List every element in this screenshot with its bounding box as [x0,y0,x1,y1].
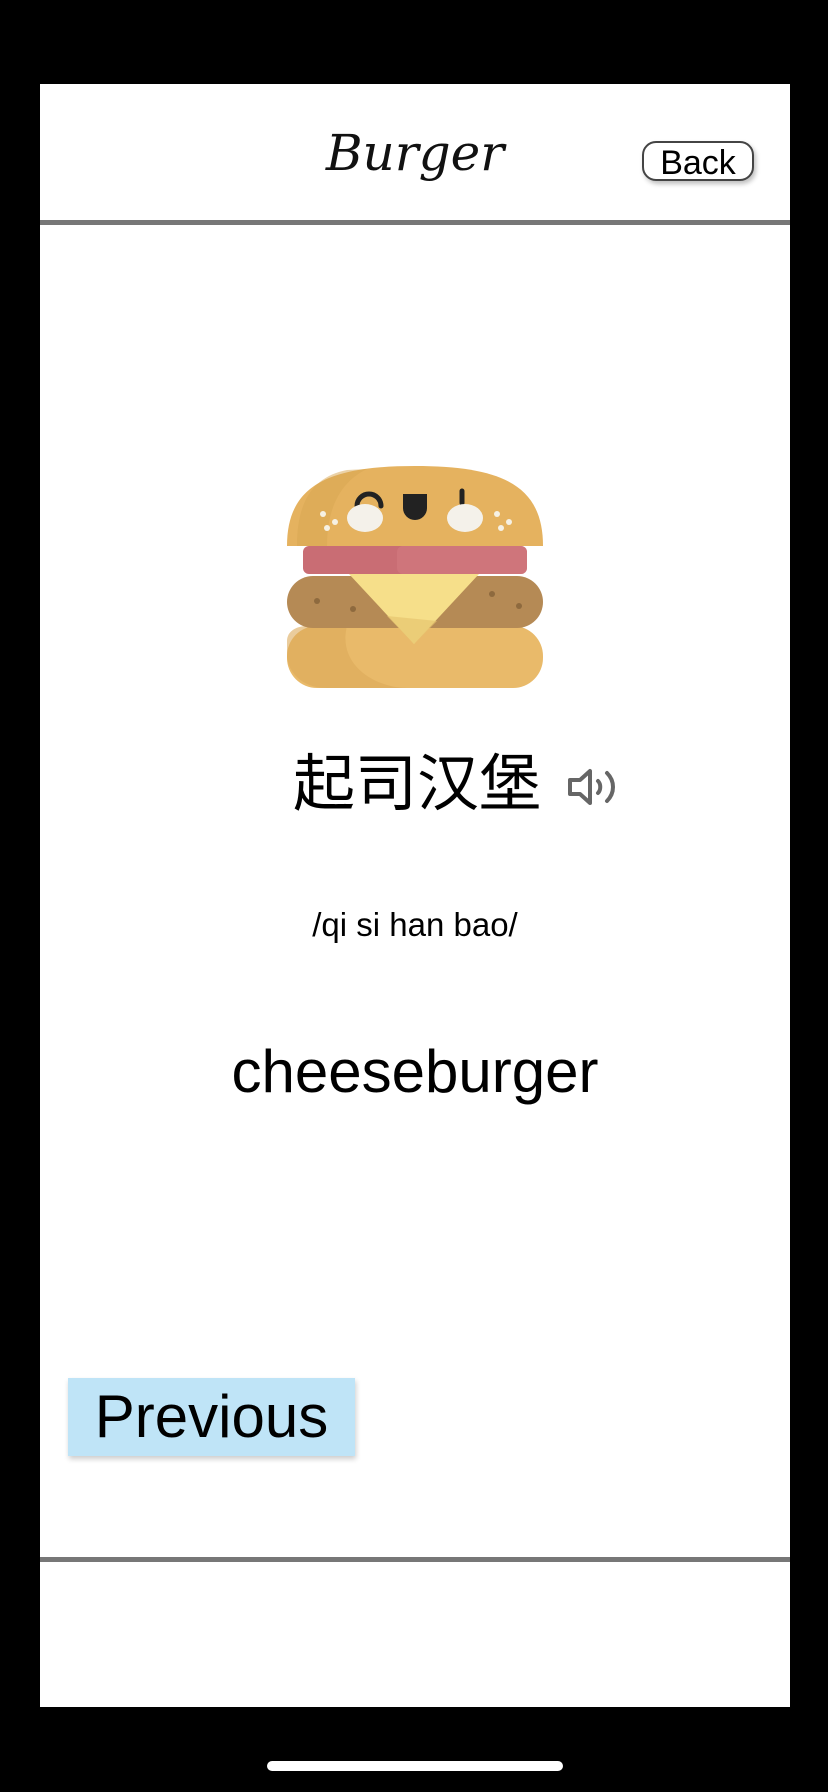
cheeseburger-icon [287,466,543,688]
app-screen: Burger Back 起司汉堡 /qi si han bao/ cheeseb… [40,84,790,1707]
chinese-word: 起司汉堡 [293,747,542,820]
pinyin-text: /qi si han bao/ [312,906,518,943]
header-bar: Burger Back [40,84,790,225]
speaker-icon[interactable] [566,765,620,809]
back-button[interactable]: Back [642,141,754,182]
previous-button[interactable]: Previous [68,1378,355,1456]
english-translation: cheeseburger [231,1038,599,1105]
home-indicator[interactable] [267,1761,563,1771]
word-row: 起司汉堡 [40,744,790,824]
footer-divider [40,1557,790,1562]
